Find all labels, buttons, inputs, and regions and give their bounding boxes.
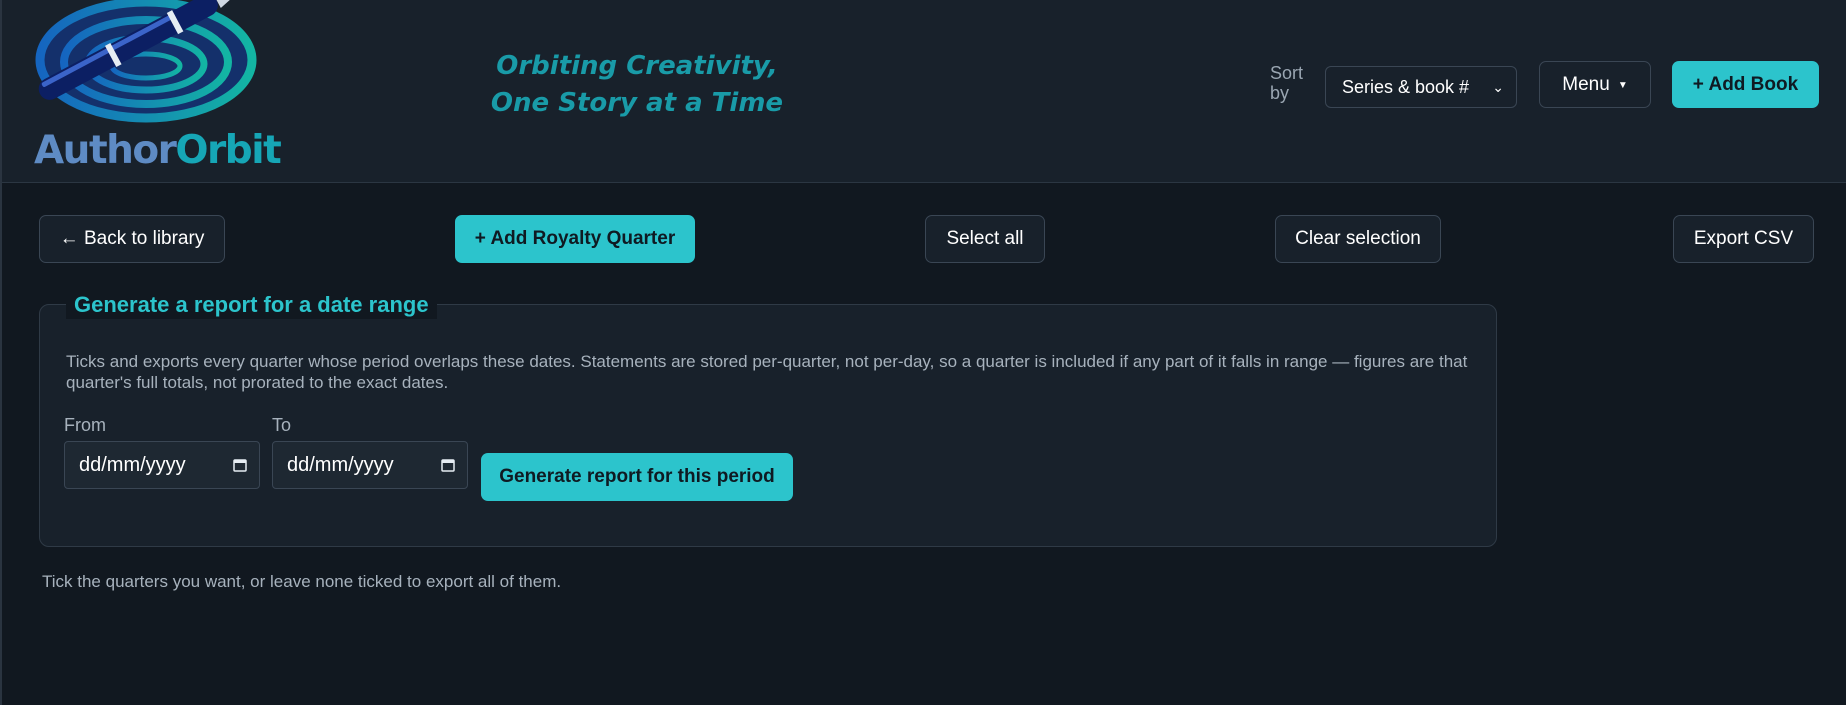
tagline-line1: Orbiting Creativity, [496, 51, 778, 81]
header: AuthorOrbit Orbiting Creativity, One Sto… [2, 0, 1846, 183]
select-all-button[interactable]: Select all [925, 215, 1045, 263]
pen-orbit-logo-icon [35, 0, 257, 123]
to-label: To [272, 415, 292, 435]
brand-wordmark: AuthorOrbit [34, 128, 282, 173]
menu-button[interactable]: Menu ▼ [1539, 61, 1651, 108]
panel-help-text: Ticks and exports every quarter whose pe… [66, 352, 1468, 392]
chevron-down-icon: ⌄ [1492, 79, 1504, 95]
back-to-library-button[interactable]: ← Back to library [39, 215, 225, 263]
from-label: From [64, 415, 106, 435]
add-book-button[interactable]: + Add Book [1672, 61, 1819, 108]
selection-hint: Tick the quarters you want, or leave non… [42, 572, 562, 591]
to-date-input[interactable]: dd/mm/yyyy [272, 441, 468, 489]
sort-select[interactable]: Series & book # ⌄ [1325, 66, 1517, 108]
clear-selection-button[interactable]: Clear selection [1275, 215, 1441, 263]
from-date-input[interactable]: dd/mm/yyyy [64, 441, 260, 489]
calendar-icon[interactable] [233, 458, 247, 472]
brand-logo[interactable]: AuthorOrbit [30, 0, 282, 178]
caret-down-icon: ▼ [1617, 80, 1628, 91]
to-date-placeholder: dd/mm/yyyy [287, 454, 394, 476]
sort-label: Sort by [1270, 63, 1304, 103]
sort-selected-value: Series & book # [1342, 77, 1470, 97]
panel-title: Generate a report for a date range [66, 291, 437, 319]
export-csv-button[interactable]: Export CSV [1673, 215, 1814, 263]
from-date-placeholder: dd/mm/yyyy [79, 454, 186, 476]
tagline: Orbiting Creativity, One Story at a Time [452, 48, 822, 122]
tagline-line2: One Story at a Time [490, 88, 784, 118]
calendar-icon[interactable] [441, 458, 455, 472]
date-range-report-panel: Generate a report for a date range Ticks… [39, 291, 1497, 547]
app-root: AuthorOrbit Orbiting Creativity, One Sto… [0, 0, 1846, 705]
add-royalty-quarter-button[interactable]: + Add Royalty Quarter [455, 215, 695, 263]
brand-part2: Orbit [175, 128, 281, 173]
generate-report-button[interactable]: Generate report for this period [481, 453, 793, 501]
brand-part1: Author [34, 128, 177, 173]
menu-button-label: Menu [1562, 74, 1610, 95]
